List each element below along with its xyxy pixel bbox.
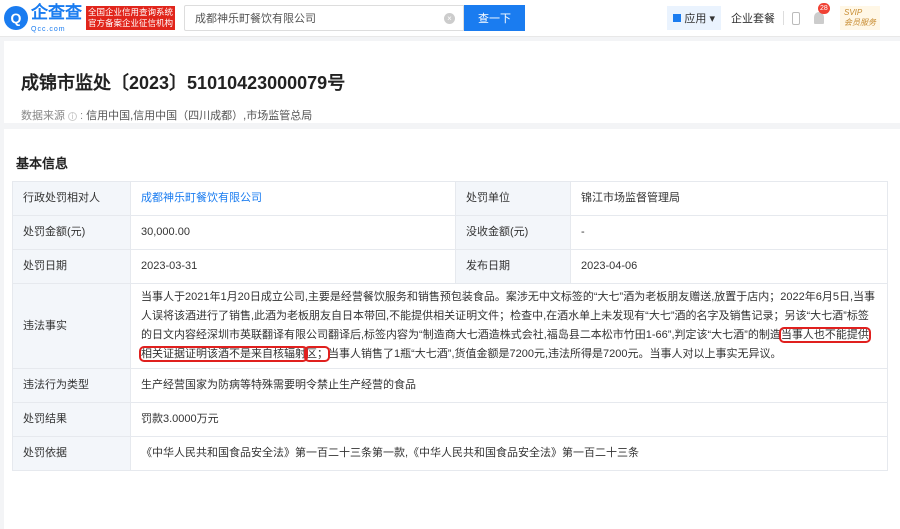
label: 处罚日期	[12, 249, 131, 284]
divider	[783, 11, 784, 25]
logo-sub: Qcc.com	[31, 25, 66, 33]
search-input[interactable]: 成都神乐町餐饮有限公司 ×	[184, 5, 465, 31]
facts-value: 当事人于2021年1月20日成立公司,主要是经营餐饮服务和销售预包装食品。案涉无…	[130, 283, 888, 369]
table-row: 处罚结果 罚款3.0000万元	[12, 402, 888, 437]
table-row: 违法行为类型 生产经营国家为防病等特殊需要明令禁止生产经营的食品	[12, 368, 888, 403]
value: 2023-03-31	[130, 249, 456, 284]
data-source: 数据来源 i: 信用中国,信用中国（四川成都）,市场监管总局	[21, 110, 313, 122]
label: 没收金额(元)	[455, 215, 571, 250]
apps-menu[interactable]: 应用 ▾	[667, 6, 721, 30]
value: 《中华人民共和国食品安全法》第一百二十三条第一款,《中华人民共和国食品安全法》第…	[130, 436, 888, 471]
table-row: 违法事实 当事人于2021年1月20日成立公司,主要是经营餐饮服务和销售预包装食品…	[12, 283, 888, 369]
logo-text: 企查查	[31, 2, 82, 22]
label: 发布日期	[455, 249, 571, 284]
notif-badge: 28	[818, 3, 830, 14]
label: 行政处罚相对人	[12, 181, 131, 216]
bell-icon[interactable]: 28	[814, 3, 830, 24]
table-row: 处罚金额(元) 30,000.00 没收金额(元) -	[12, 215, 888, 250]
search-button[interactable]: 查一下	[464, 5, 526, 31]
value: -	[570, 215, 888, 250]
top-bar: Q 企查查 Qcc.com 全国企业信用查询系统 官方备案企业征信机构 成都神乐町餐…	[0, 0, 900, 37]
label: 违法行为类型	[12, 368, 131, 403]
value: 锦江市场监督管理局	[570, 181, 888, 216]
value: 2023-04-06	[570, 249, 888, 284]
label: 违法事实	[12, 283, 131, 369]
grid-icon	[673, 14, 682, 22]
label: 处罚依据	[12, 436, 131, 471]
label: 处罚金额(元)	[12, 215, 131, 250]
page-header: 成锦市监处〔2023〕51010423000079号 数据来源 i: 信用中国,信…	[4, 41, 900, 123]
svip-button[interactable]: SVIP 会员服务	[840, 6, 880, 30]
table-row: 行政处罚相对人 成都神乐町餐饮有限公司 处罚单位 锦江市场监督管理局	[12, 181, 888, 216]
info-icon[interactable]: i	[68, 112, 77, 121]
value: 生产经营国家为防病等特殊需要明令禁止生产经营的食品	[130, 368, 888, 403]
official-badge: 全国企业信用查询系统 官方备案企业征信机构	[86, 6, 176, 30]
table-row: 处罚依据 《中华人民共和国食品安全法》第一百二十三条第一款,《中华人民共和国食品安…	[12, 436, 888, 471]
section-title: 基本信息	[16, 156, 69, 171]
highlight-box: 区；	[304, 346, 330, 362]
value: 30,000.00	[130, 215, 456, 250]
table-row: 处罚日期 2023-03-31 发布日期 2023-04-06	[12, 249, 888, 284]
label: 处罚结果	[12, 402, 131, 437]
basic-info-section: 基本信息 行政处罚相对人 成都神乐町餐饮有限公司 处罚单位 锦江市场监督管理局 处罚金…	[4, 129, 900, 529]
value: 罚款3.0000万元	[130, 402, 888, 437]
logo[interactable]: Q 企查查 Qcc.com 全国企业信用查询系统 官方备案企业征信机构	[4, 2, 176, 33]
label: 处罚单位	[455, 181, 571, 216]
company-link[interactable]: 成都神乐町餐饮有限公司	[141, 192, 262, 204]
clear-icon[interactable]: ×	[444, 12, 456, 24]
package-link[interactable]: 企业套餐	[731, 10, 775, 26]
logo-icon: Q	[4, 6, 28, 30]
phone-icon[interactable]	[792, 11, 800, 25]
page-title: 成锦市监处〔2023〕51010423000079号	[21, 73, 346, 93]
info-table: 行政处罚相对人 成都神乐町餐饮有限公司 处罚单位 锦江市场监督管理局 处罚金额(元) 3…	[12, 181, 888, 471]
